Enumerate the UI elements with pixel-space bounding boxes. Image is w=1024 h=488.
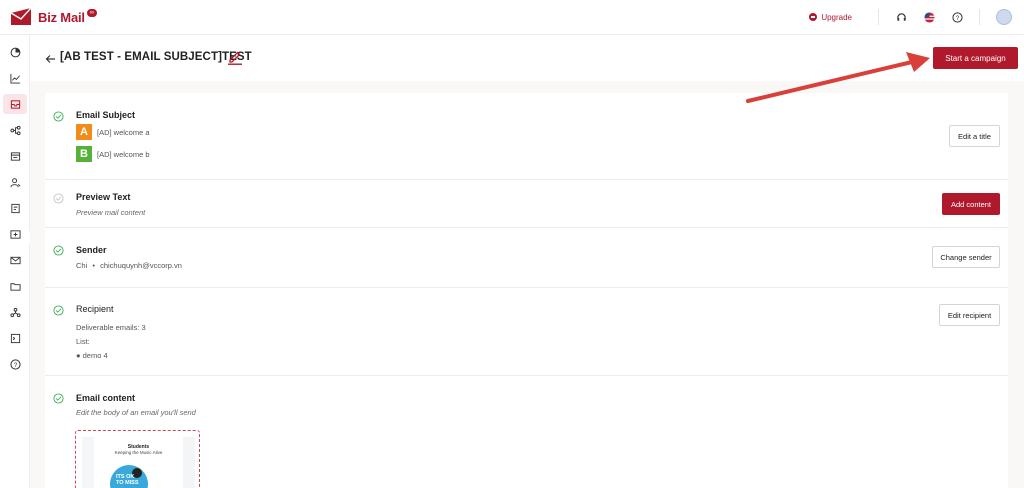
campaign-settings-card: Email Subject A [AD] welcome a B [AD] we… <box>45 93 1008 488</box>
page-header: [AB TEST - EMAIL SUBJECT]TEST Start a ca… <box>30 35 1024 81</box>
section-title: Email Subject <box>76 110 136 120</box>
sender-name: Chi <box>76 261 88 270</box>
thumbnail-paper: Students Keeping the Music Alive ITS OK … <box>94 437 183 488</box>
mail-icon[interactable] <box>3 250 27 270</box>
help-circle-icon[interactable]: ? <box>3 354 27 374</box>
email-subject-section: Email Subject A [AD] welcome a B [AD] we… <box>45 93 1008 180</box>
section-title: Sender <box>76 245 107 255</box>
section-subtitle: Preview mail content <box>76 208 146 217</box>
variant-a-subject: [AD] welcome a <box>97 127 150 137</box>
variant-b: B [AD] welcome b <box>76 146 150 162</box>
console-icon[interactable] <box>3 328 27 348</box>
add-content-button[interactable]: Add content <box>942 193 1000 215</box>
main-area: [AB TEST - EMAIL SUBJECT]TEST Start a ca… <box>30 35 1024 488</box>
svg-text:?: ? <box>13 361 17 368</box>
folder-icon[interactable] <box>3 276 27 296</box>
check-circle-icon <box>53 393 64 404</box>
us-flag-icon[interactable] <box>921 9 937 25</box>
edit-recipient-button[interactable]: Edit recipient <box>939 304 1000 326</box>
sender-section: Sender Chi • chichuquynh@vccorp.vn Chang… <box>45 228 1008 288</box>
divider <box>979 9 980 25</box>
top-bar: Biz Mail ∞ Upgrade ? <box>0 0 1024 35</box>
integrations-icon[interactable] <box>3 302 27 322</box>
section-title: Preview Text <box>76 192 131 202</box>
email-preview-thumbnail[interactable]: Students Keeping the Music Alive ITS OK … <box>75 430 200 488</box>
check-circle-icon <box>53 305 64 316</box>
sidebar: ? <box>0 35 30 488</box>
forms-icon[interactable] <box>3 146 27 166</box>
section-title: Recipient <box>76 304 114 314</box>
thumbnail-background: Students Keeping the Music Alive ITS OK … <box>82 437 195 488</box>
section-title: Email content <box>76 393 136 403</box>
headset-icon[interactable] <box>893 9 909 25</box>
check-circle-icon <box>53 193 64 204</box>
avatar[interactable] <box>996 9 1012 25</box>
sender-separator: • <box>92 261 95 270</box>
deliverable-count: Deliverable emails: 3 <box>76 323 146 332</box>
sender-email: chichuquynh@vccorp.vn <box>100 261 182 270</box>
envelope-logo-icon <box>10 7 32 25</box>
reports-icon[interactable] <box>3 68 27 88</box>
change-sender-button[interactable]: Change sender <box>932 246 1000 268</box>
divider <box>878 9 879 25</box>
thumbnail-circle-graphic: ITS OK TO MISS <box>110 465 148 488</box>
landing-icon[interactable] <box>3 224 27 244</box>
preview-text-section: Preview Text Preview mail content Add co… <box>45 180 1008 228</box>
thumbnail-circle-text: ITS OK TO MISS <box>116 474 139 486</box>
thumbnail-subheading: Keeping the Music Alive <box>114 450 163 455</box>
variant-a-badge: A <box>76 124 92 140</box>
start-campaign-button[interactable]: Start a campaign <box>933 47 1018 69</box>
page-title: [AB TEST - EMAIL SUBJECT]TEST <box>60 51 252 63</box>
upgrade-icon <box>809 13 818 21</box>
automation-icon[interactable] <box>3 120 27 140</box>
dashboard-icon[interactable] <box>3 42 27 62</box>
templates-icon[interactable] <box>3 198 27 218</box>
contacts-icon[interactable] <box>3 172 27 192</box>
upgrade-link[interactable]: Upgrade <box>809 13 852 22</box>
upgrade-label: Upgrade <box>821 12 852 22</box>
brand-logo[interactable]: Biz Mail ∞ <box>10 7 98 27</box>
brand-badge: ∞ <box>86 9 98 17</box>
edit-title-button[interactable]: Edit a title <box>949 125 1000 147</box>
check-circle-icon <box>53 111 64 122</box>
variant-b-subject: [AD] welcome b <box>97 149 150 159</box>
section-subtitle: Edit the body of an email you'll send <box>76 408 196 417</box>
list-label: List: <box>76 337 90 346</box>
recipient-section: Recipient Deliverable emails: 3 List: ● … <box>45 288 1008 376</box>
campaigns-icon[interactable] <box>3 94 27 114</box>
svg-text:?: ? <box>955 14 959 21</box>
back-arrow-icon[interactable] <box>45 51 56 69</box>
sender-info: Chi • chichuquynh@vccorp.vn <box>76 261 182 270</box>
brand-name: Biz Mail <box>38 9 85 25</box>
variant-a: A [AD] welcome a <box>76 124 150 140</box>
help-icon[interactable]: ? <box>949 9 965 25</box>
list-item: ● demo 4 <box>76 351 108 360</box>
pencil-icon[interactable] <box>227 49 243 70</box>
variant-b-badge: B <box>76 146 92 162</box>
thumbnail-line-2: TO MISS <box>116 480 139 486</box>
check-circle-icon <box>53 245 64 256</box>
